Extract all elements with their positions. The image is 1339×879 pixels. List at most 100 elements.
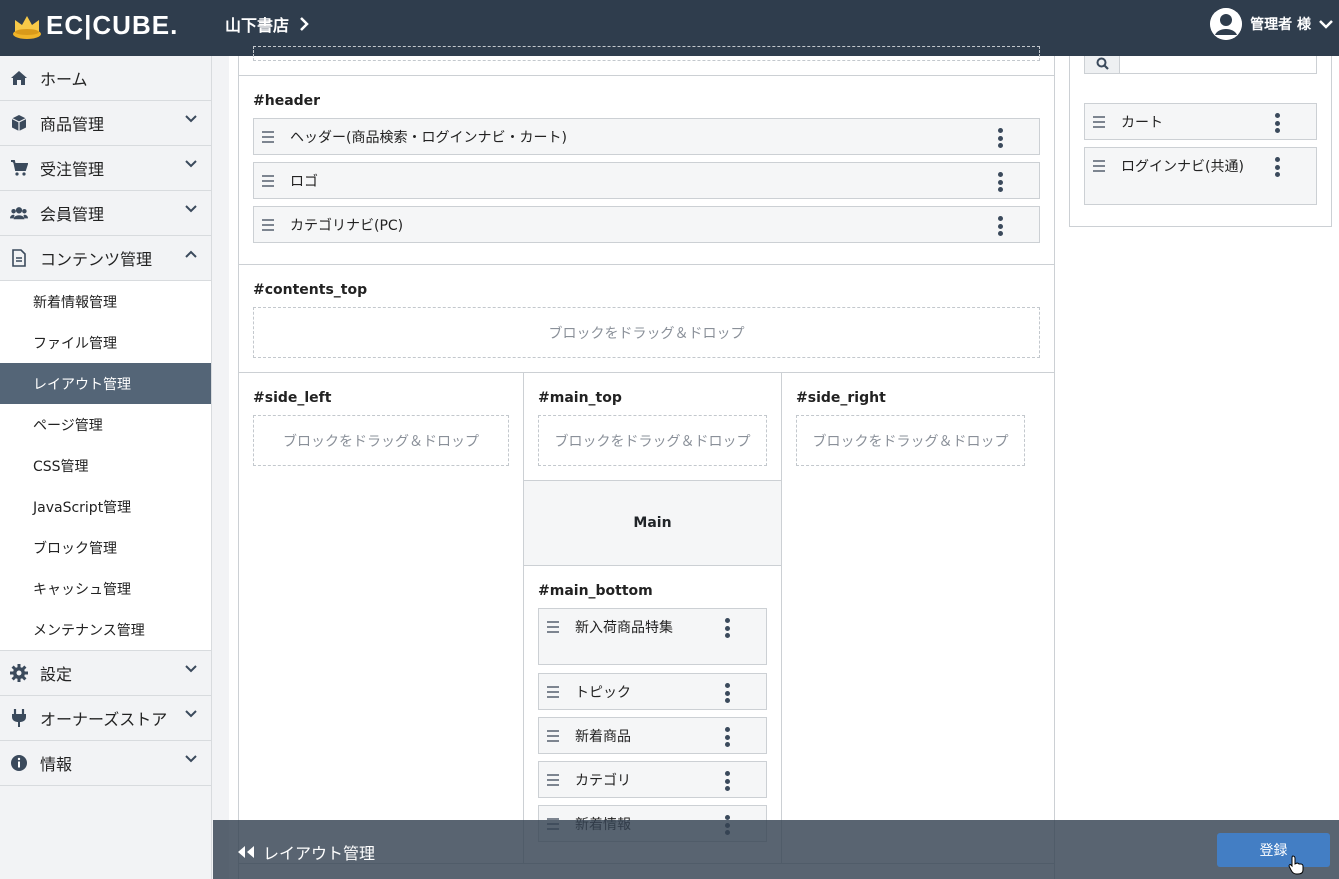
chevron-right-icon [300,17,309,31]
gear-icon [10,664,28,682]
users-icon [10,204,28,222]
chevron-down-icon [185,160,197,168]
drag-handle-icon[interactable] [547,774,559,789]
contents-top-drop-area[interactable]: ブロックをドラッグ＆ドロップ [253,307,1040,358]
unused-blocks-panel: カート ログインナビ(共通) [1069,56,1332,227]
layout-block[interactable]: ロゴ [253,162,1040,199]
ec-cube-logo[interactable]: EC|CUBE. [12,10,178,41]
layout-block[interactable]: 新着商品 [538,717,767,754]
sidebar-item-members[interactable]: 会員管理 [0,191,211,236]
sidebar-item-store[interactable]: オーナーズストア [0,696,211,741]
drag-handle-icon[interactable] [547,686,559,701]
back-link-label: レイアウト管理 [263,844,376,863]
more-vertical-icon[interactable] [998,216,1004,239]
top-drop-area[interactable] [253,46,1040,61]
drag-handle-icon[interactable] [262,175,274,190]
save-button[interactable]: 登録 [1217,833,1330,867]
sidebar-item-home[interactable]: ホーム [0,56,211,101]
main-bottom-zone-title: #main_bottom [538,583,653,599]
sidebar-subitem-maintenance[interactable]: メンテナンス管理 [0,609,211,650]
sidebar-item-label: コンテンツ管理 [40,250,153,269]
crown-logo-icon [12,12,42,40]
sidebar-item-settings[interactable]: 設定 [0,651,211,696]
drag-handle-icon[interactable] [1093,116,1105,131]
chevron-up-icon [185,250,197,258]
search-icon [1096,57,1109,70]
chevron-down-icon [185,115,197,123]
sidebar-item-products[interactable]: 商品管理 [0,101,211,146]
main-top-zone-title: #main_top [538,390,622,406]
double-chevron-left-icon [238,846,254,858]
header-zone-title: #header [253,93,321,109]
side-right-drop-area[interactable]: ブロックをドラッグ＆ドロップ [796,415,1025,466]
main-top-drop-area[interactable]: ブロックをドラッグ＆ドロップ [538,415,767,466]
more-vertical-icon[interactable] [1275,113,1281,136]
plug-icon [10,709,28,727]
sidebar-subitem-files[interactable]: ファイル管理 [0,322,211,363]
drag-handle-icon[interactable] [262,131,274,146]
sidebar-item-label: オーナーズストア [40,710,168,729]
search-button[interactable] [1084,56,1120,74]
layout-block[interactable]: 新入荷商品特集 [538,608,767,665]
more-vertical-icon[interactable] [725,771,731,794]
more-vertical-icon[interactable] [1275,157,1281,180]
contents-top-zone-title: #contents_top [253,282,368,298]
info-icon [10,754,28,772]
chevron-down-icon [185,710,197,718]
main-content: #header ヘッダー(商品検索・ログインナビ・カート) ロゴ カテゴリナビ(… [213,46,1339,879]
sidebar-item-info[interactable]: 情報 [0,741,211,786]
sidebar-item-label: 商品管理 [40,115,105,134]
drag-handle-icon[interactable] [262,219,274,234]
layout-canvas: #header ヘッダー(商品検索・ログインナビ・カート) ロゴ カテゴリナビ(… [238,46,1055,879]
layout-block[interactable]: カテゴリナビ(PC) [253,206,1040,243]
drag-handle-icon[interactable] [547,730,559,745]
search-input[interactable] [1120,56,1317,74]
sidebar-item-label: 情報 [40,755,73,774]
side-left-drop-area[interactable]: ブロックをドラッグ＆ドロップ [253,415,509,466]
layout-block[interactable]: カテゴリ [538,761,767,798]
side-left-zone-title: #side_left [253,390,332,406]
cube-icon [10,114,28,132]
back-to-layout-list-link[interactable]: レイアウト管理 [237,840,375,864]
sidebar-subitem-cache[interactable]: キャッシュ管理 [0,568,211,609]
sidebar-item-label: 設定 [40,665,73,684]
logo-text: EC|CUBE. [46,10,179,40]
chevron-down-icon [185,755,197,763]
contents-submenu: 新着情報管理 ファイル管理 レイアウト管理 ページ管理 CSS管理 JavaSc… [0,281,211,651]
cart-icon [10,159,28,177]
more-vertical-icon[interactable] [998,172,1004,195]
sidebar-item-label: 会員管理 [40,205,105,224]
user-menu[interactable]: 管理者 様 [1210,8,1333,40]
unused-block[interactable]: ログインナビ(共通) [1084,147,1317,205]
sidebar: ホーム 商品管理 受注管理 会員管理 コンテンツ管理 新着情報管理 ファイル管理… [0,56,212,879]
shop-name-link[interactable]: 山下書店 [225,12,309,36]
home-icon [10,69,28,87]
file-icon [10,249,28,267]
more-vertical-icon[interactable] [725,683,731,706]
more-vertical-icon[interactable] [725,727,731,750]
shop-name: 山下書店 [225,16,290,35]
sidebar-item-label: ホーム [40,70,88,89]
side-right-zone-title: #side_right [796,390,886,406]
bottom-action-bar: レイアウト管理 登録 [213,820,1339,879]
sidebar-item-contents[interactable]: コンテンツ管理 [0,236,211,281]
more-vertical-icon[interactable] [998,128,1004,151]
layout-block[interactable]: トピック [538,673,767,710]
user-name: 管理者 様 [1250,17,1311,33]
user-avatar-icon [1210,8,1243,40]
sidebar-subitem-blocks[interactable]: ブロック管理 [0,527,211,568]
sidebar-item-label: 受注管理 [40,160,105,179]
chevron-down-icon [185,665,197,673]
sidebar-item-orders[interactable]: 受注管理 [0,146,211,191]
sidebar-subitem-layout[interactable]: レイアウト管理 [0,363,211,404]
sidebar-subitem-javascript[interactable]: JavaScript管理 [0,486,211,527]
sidebar-subitem-news[interactable]: 新着情報管理 [0,281,211,322]
hand-cursor-icon [1288,855,1304,875]
sidebar-subitem-pages[interactable]: ページ管理 [0,404,211,445]
chevron-down-icon [1319,20,1333,29]
block-search [1084,56,1317,74]
more-vertical-icon[interactable] [725,618,731,641]
layout-block[interactable]: ヘッダー(商品検索・ログインナビ・カート) [253,118,1040,155]
sidebar-subitem-css[interactable]: CSS管理 [0,445,211,486]
unused-block[interactable]: カート [1084,103,1317,140]
